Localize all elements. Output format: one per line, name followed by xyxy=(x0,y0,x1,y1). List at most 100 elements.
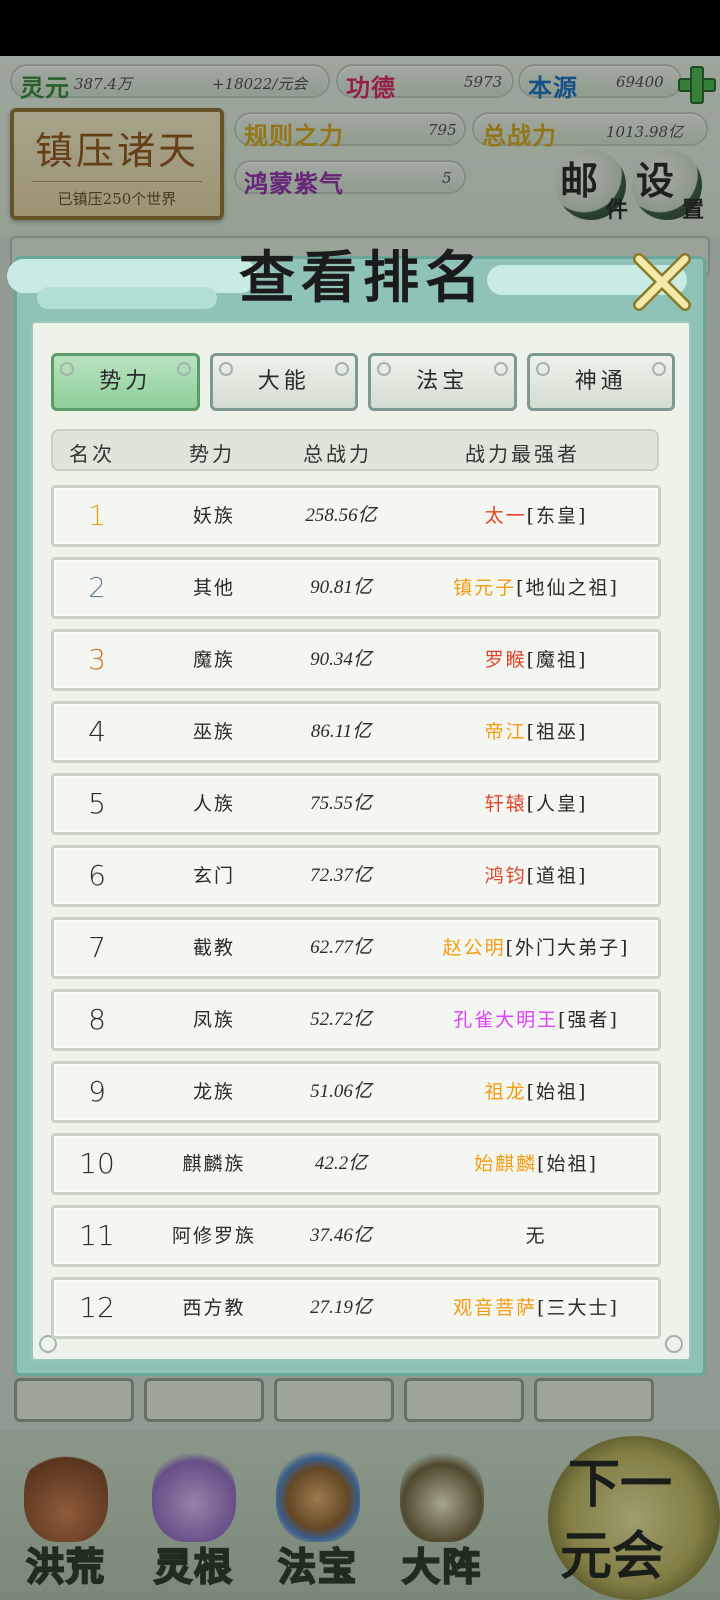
ranking-row[interactable]: 3 魔族 90.34亿 罗睺[魔祖] xyxy=(51,629,661,691)
row-faction: 截教 xyxy=(192,937,235,959)
close-icon xyxy=(633,253,691,311)
row-faction: 麒麟族 xyxy=(182,1153,246,1175)
col-faction: 势力 xyxy=(189,442,235,466)
row-rank: 9 xyxy=(88,1075,106,1108)
champion-title: [祖巫] xyxy=(526,721,588,743)
row-faction: 魔族 xyxy=(192,649,235,671)
col-rank: 名次 xyxy=(69,442,115,466)
row-faction: 西方教 xyxy=(182,1297,246,1319)
row-champion: 罗睺[魔祖] xyxy=(406,632,666,688)
row-faction: 龙族 xyxy=(192,1081,235,1103)
ranking-modal: 查看排名 势力 大能 法宝 神通 名次 势力 总战力 战力最强者 1 妖族 258.… xyxy=(7,245,706,1376)
ranking-tabs: 势力 大能 法宝 神通 xyxy=(51,353,675,411)
row-power: 42.2亿 xyxy=(314,1153,368,1174)
champion-title: [魔祖] xyxy=(526,649,588,671)
champion-name: 鸿钧 xyxy=(484,865,527,887)
row-champion: 鸿钧[道祖] xyxy=(406,848,666,904)
row-power: 62.77亿 xyxy=(310,937,372,958)
col-champion: 战力最强者 xyxy=(465,442,580,466)
row-rank: 5 xyxy=(88,787,106,820)
row-champion: 无 xyxy=(406,1208,666,1264)
row-champion: 孔雀大明王[强者] xyxy=(406,992,666,1048)
row-champion: 帝江[祖巫] xyxy=(406,704,666,760)
ranking-row[interactable]: 10 麒麟族 42.2亿 始麒麟[始祖] xyxy=(51,1133,661,1195)
row-power: 86.11亿 xyxy=(310,721,372,742)
champion-title: [外门大弟子] xyxy=(505,937,630,959)
champion-name: 镇元子 xyxy=(453,577,517,599)
ranking-row[interactable]: 1 妖族 258.56亿 太一[东皇] xyxy=(51,485,661,547)
champion-title: [东皇] xyxy=(526,505,588,527)
champion-name: 祖龙 xyxy=(484,1081,527,1103)
champion-title: [地仙之祖] xyxy=(516,577,619,599)
champion-title: [三大士] xyxy=(537,1297,619,1319)
ranking-row[interactable]: 5 人族 75.55亿 轩辕[人皇] xyxy=(51,773,661,835)
tab-faction[interactable]: 势力 xyxy=(51,353,200,411)
ranking-row[interactable]: 7 截教 62.77亿 赵公明[外门大弟子] xyxy=(51,917,661,979)
row-power: 258.56亿 xyxy=(305,505,377,526)
row-power: 90.34亿 xyxy=(310,649,372,670)
row-faction: 凤族 xyxy=(192,1009,235,1031)
champion-title: [始祖] xyxy=(537,1153,598,1175)
col-power: 总战力 xyxy=(303,442,372,466)
row-faction: 玄门 xyxy=(192,865,235,887)
champion-name: 帝江 xyxy=(484,721,527,743)
corner-ornament xyxy=(665,1335,683,1353)
row-rank: 8 xyxy=(88,1003,106,1036)
row-power: 90.81亿 xyxy=(310,577,372,598)
ranking-row[interactable]: 2 其他 90.81亿 镇元子[地仙之祖] xyxy=(51,557,661,619)
ranking-row[interactable]: 9 龙族 51.06亿 祖龙[始祖] xyxy=(51,1061,661,1123)
row-rank: 12 xyxy=(79,1291,115,1324)
ranking-row[interactable]: 4 巫族 86.11亿 帝江[祖巫] xyxy=(51,701,661,763)
row-power: 72.37亿 xyxy=(310,865,372,886)
row-faction: 巫族 xyxy=(192,721,235,743)
row-rank: 6 xyxy=(88,859,106,892)
row-faction: 其他 xyxy=(192,577,235,599)
row-power: 75.55亿 xyxy=(310,793,372,814)
row-rank: 4 xyxy=(88,715,106,748)
champion-title: [道祖] xyxy=(526,865,588,887)
row-rank: 11 xyxy=(79,1219,115,1252)
champion-name: 太一 xyxy=(484,505,527,527)
modal-title: 查看排名 xyxy=(239,245,487,311)
table-header: 名次 势力 总战力 战力最强者 xyxy=(51,429,659,471)
row-power: 52.72亿 xyxy=(310,1009,372,1030)
close-button[interactable] xyxy=(631,251,693,313)
row-rank: 3 xyxy=(88,643,106,676)
tab-divine-skill[interactable]: 神通 xyxy=(526,353,675,411)
champion-name: 始麒麟 xyxy=(474,1153,538,1175)
row-champion: 祖龙[始祖] xyxy=(406,1064,666,1120)
champion-name: 轩辕 xyxy=(484,793,527,815)
status-bar xyxy=(0,0,720,56)
champion-title: [始祖] xyxy=(526,1081,588,1103)
row-rank: 2 xyxy=(88,571,106,604)
champion-title: [人皇] xyxy=(526,793,588,815)
row-faction: 人族 xyxy=(192,793,235,815)
row-faction: 妖族 xyxy=(192,505,235,527)
modal-body: 势力 大能 法宝 神通 名次 势力 总战力 战力最强者 1 妖族 258.56亿 太一… xyxy=(31,321,691,1361)
row-rank: 1 xyxy=(88,499,106,532)
champion-name: 孔雀大明王 xyxy=(453,1009,559,1031)
row-faction: 阿修罗族 xyxy=(171,1225,256,1247)
row-rank: 7 xyxy=(88,931,106,964)
champion-name: 赵公明 xyxy=(442,937,506,959)
row-champion: 赵公明[外门大弟子] xyxy=(406,920,666,976)
tab-powerhouse[interactable]: 大能 xyxy=(209,353,358,411)
champion-name: 无 xyxy=(525,1225,547,1247)
row-champion: 镇元子[地仙之祖] xyxy=(406,560,666,616)
row-power: 37.46亿 xyxy=(310,1225,372,1246)
row-power: 27.19亿 xyxy=(310,1297,372,1318)
tab-treasure[interactable]: 法宝 xyxy=(368,353,517,411)
row-champion: 太一[东皇] xyxy=(406,488,666,544)
ranking-row[interactable]: 11 阿修罗族 37.46亿 无 xyxy=(51,1205,661,1267)
ranking-row[interactable]: 6 玄门 72.37亿 鸿钧[道祖] xyxy=(51,845,661,907)
champion-name: 罗睺 xyxy=(484,649,527,671)
row-champion: 轩辕[人皇] xyxy=(406,776,666,832)
row-champion: 始麒麟[始祖] xyxy=(406,1136,666,1192)
row-power: 51.06亿 xyxy=(310,1081,372,1102)
ranking-row[interactable]: 12 西方教 27.19亿 观音菩萨[三大士] xyxy=(51,1277,661,1339)
ranking-list: 1 妖族 258.56亿 太一[东皇] 2 其他 90.81亿 镇元子[地仙之祖] 3 魔族 90.… xyxy=(51,485,661,1349)
row-champion: 观音菩萨[三大士] xyxy=(406,1280,666,1336)
champion-title: [强者] xyxy=(558,1009,619,1031)
champion-name: 观音菩萨 xyxy=(453,1297,538,1319)
ranking-row[interactable]: 8 凤族 52.72亿 孔雀大明王[强者] xyxy=(51,989,661,1051)
